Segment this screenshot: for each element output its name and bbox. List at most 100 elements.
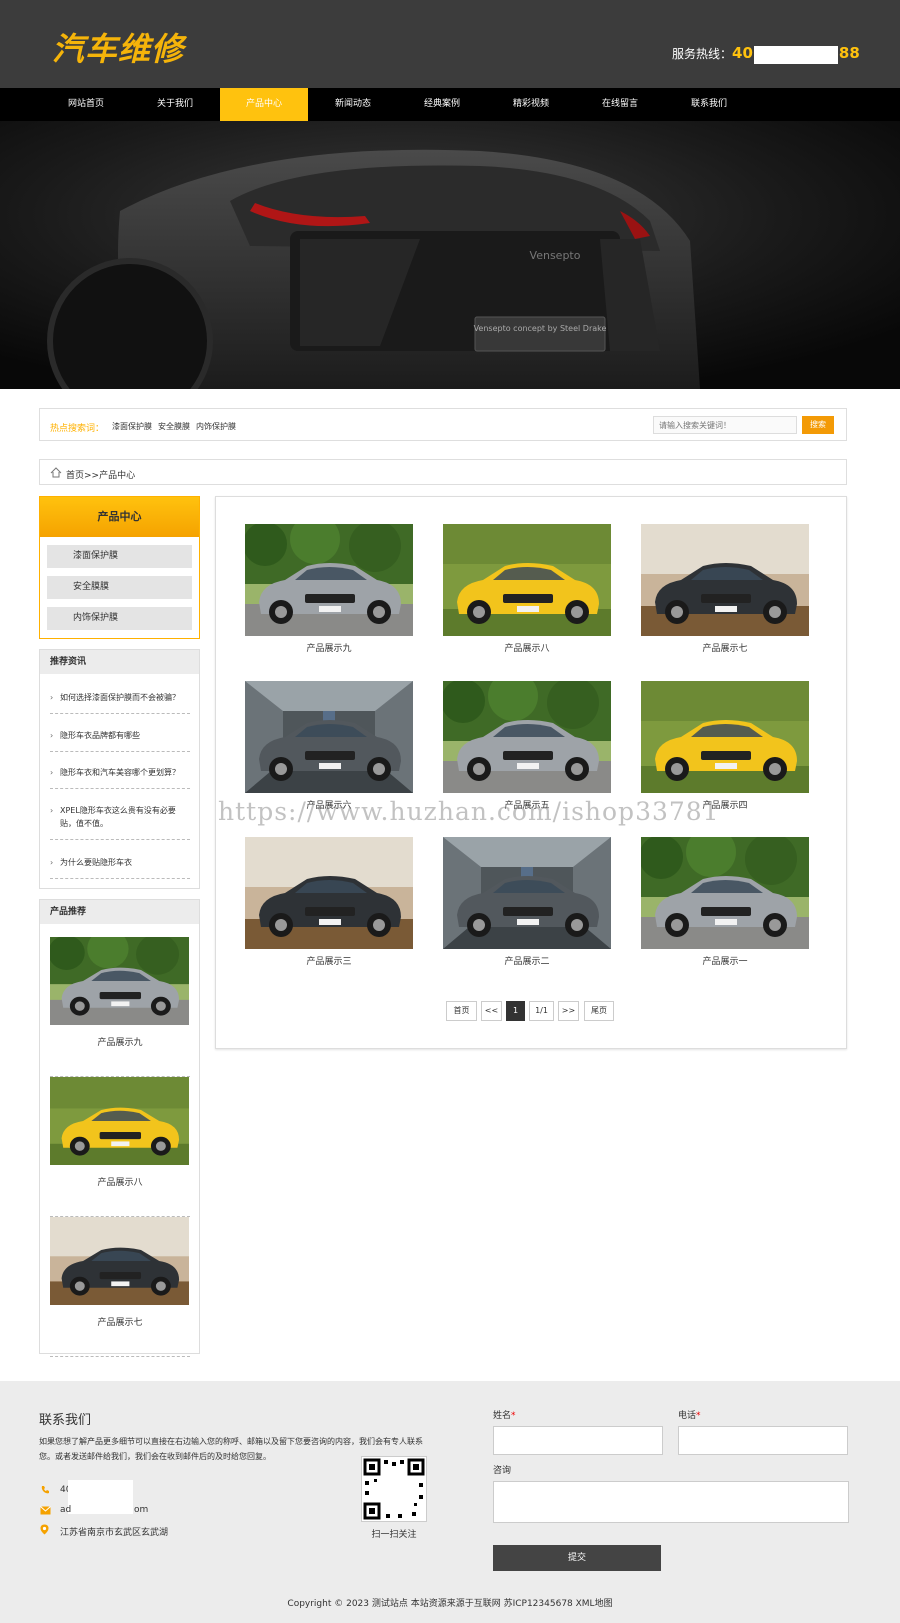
product-photo[interactable] <box>245 524 413 636</box>
recommended-products-panel: 产品推荐 产品展示九 产品展示八 产品展示七 <box>39 899 200 1357</box>
side-product-caption[interactable]: 产品展示八 <box>50 1175 190 1188</box>
qr-caption: 扫一扫关注 <box>371 1530 417 1540</box>
breadcrumb: 首页>>产品中心 <box>39 459 847 485</box>
name-input[interactable] <box>493 1426 663 1455</box>
nav-item-videos[interactable]: 精彩视频 <box>487 88 575 121</box>
product-caption[interactable]: 产品展示八 <box>443 641 611 654</box>
banner-brand-text: Vensepto <box>530 249 581 262</box>
news-item[interactable]: 隐形车衣和汽车美容哪个更划算？ <box>50 766 190 789</box>
hot-search-bar: 热点搜索词： 漆面保护膜 安全膜膜 内饰保护膜 搜索 <box>39 408 847 441</box>
required-mark: * <box>696 1411 701 1421</box>
copyright: Copyright © 2023 测试站点 本站资源来源于互联网 苏ICP123… <box>287 1599 613 1609</box>
phone-input[interactable] <box>678 1426 848 1455</box>
page-current[interactable]: 1 <box>506 1001 525 1021</box>
nav-item-about[interactable]: 关于我们 <box>131 88 219 121</box>
phone-field-label: 电话* <box>678 1408 701 1421</box>
contact-email-suffix: om <box>134 1505 149 1515</box>
category-panel: 产品中心 漆面保护膜 安全膜膜 内饰保护膜 <box>39 496 200 639</box>
side-product-card[interactable]: 产品展示八 <box>50 1077 190 1217</box>
message-label: 咨询 <box>493 1466 512 1476</box>
location-icon <box>40 1524 49 1535</box>
product-caption[interactable]: 产品展示一 <box>641 954 809 967</box>
page-last-button[interactable]: 尾页 <box>584 1001 614 1021</box>
product-caption[interactable]: 产品展示三 <box>245 954 413 967</box>
side-product-card[interactable]: 产品展示七 <box>50 1217 190 1357</box>
product-caption[interactable]: 产品展示七 <box>641 641 809 654</box>
category-title: 产品中心 <box>40 497 199 537</box>
home-icon <box>50 467 62 478</box>
message-textarea[interactable] <box>493 1481 849 1523</box>
news-item[interactable]: 隐形车衣品牌都有哪些 <box>50 729 190 752</box>
product-photo[interactable] <box>443 837 611 949</box>
required-mark: * <box>511 1411 516 1421</box>
nav-item-home[interactable]: 网站首页 <box>42 88 130 121</box>
products-title: 产品推荐 <box>40 900 199 924</box>
news-title: 推荐资讯 <box>40 650 199 674</box>
category-item-paint-film[interactable]: 漆面保护膜 <box>47 545 192 568</box>
hotline-label: 服务热线： <box>672 47 733 61</box>
page-first-button[interactable]: 首页 <box>446 1001 477 1021</box>
product-caption[interactable]: 产品展示二 <box>443 954 611 967</box>
submit-button[interactable]: 提交 <box>493 1545 661 1571</box>
name-field-label: 姓名* <box>493 1408 516 1421</box>
hot-keyword-1[interactable]: 漆面保护膜 <box>112 421 152 432</box>
qr-code-image <box>363 1458 425 1520</box>
hotline-prefix: 40 <box>732 44 753 62</box>
product-photo[interactable] <box>50 937 189 1025</box>
category-item-interior-film[interactable]: 内饰保护膜 <box>47 607 192 630</box>
email-icon <box>40 1506 51 1515</box>
page-prev-button[interactable]: << <box>481 1001 502 1021</box>
nav-item-news[interactable]: 新闻动态 <box>309 88 397 121</box>
product-photo[interactable] <box>443 524 611 636</box>
hotline-redaction <box>753 45 838 64</box>
search-input[interactable] <box>653 416 797 434</box>
watermark-text: https://www.huzhan.com/ishop33781 <box>218 797 720 826</box>
contact-email-prefix: ad <box>60 1505 72 1515</box>
nav-item-products[interactable]: 产品中心 <box>220 88 308 121</box>
phone-icon <box>41 1486 49 1494</box>
page-total: 1/1 <box>529 1001 554 1021</box>
contact-address: 江苏省南京市玄武区玄武湖 <box>60 1528 169 1538</box>
banner-plate-text: Vensepto concept by Steel Drake <box>474 324 607 333</box>
category-item-safety-film[interactable]: 安全膜膜 <box>47 576 192 599</box>
product-photo[interactable] <box>245 837 413 949</box>
recommended-news-panel: 推荐资讯 如何选择漆面保护膜而不会被骗？ 隐形车衣品牌都有哪些 隐形车衣和汽车美… <box>39 649 200 889</box>
product-photo[interactable] <box>641 681 809 793</box>
hot-keyword-2[interactable]: 安全膜膜 <box>158 421 190 432</box>
phone-label: 电话 <box>678 1411 697 1421</box>
banner-car-image: Vensepto concept by Steel Drake Vensepto <box>0 121 900 389</box>
search-button[interactable]: 搜索 <box>802 416 834 434</box>
side-product-caption[interactable]: 产品展示七 <box>50 1315 190 1328</box>
product-photo[interactable] <box>245 681 413 793</box>
product-photo[interactable] <box>641 524 809 636</box>
news-item[interactable]: 为什么要贴隐形车衣 <box>50 856 190 879</box>
product-photo[interactable] <box>443 681 611 793</box>
page-next-button[interactable]: >> <box>558 1001 579 1021</box>
product-caption[interactable]: 产品展示九 <box>245 641 413 654</box>
site-logo[interactable]: 汽车维修 <box>52 24 184 70</box>
main-nav: 网站首页 关于我们 产品中心 新闻动态 经典案例 精彩视频 在线留言 联系我们 <box>0 88 900 121</box>
hotline: 服务热线：40 88 <box>672 44 860 64</box>
hot-search-label: 热点搜索词： <box>50 424 105 434</box>
hot-keyword-3[interactable]: 内饰保护膜 <box>196 421 236 432</box>
news-item[interactable]: 如何选择漆面保护膜而不会被骗？ <box>50 691 190 714</box>
qr-code <box>361 1456 427 1522</box>
name-label: 姓名 <box>493 1411 512 1421</box>
news-item[interactable]: XPEL隐形车衣这么贵有没有必要贴，值不值。 <box>50 804 190 840</box>
contact-title: 联系我们 <box>39 1413 92 1428</box>
breadcrumb-text[interactable]: 首页>>产品中心 <box>66 468 135 481</box>
nav-item-contact[interactable]: 联系我们 <box>665 88 753 121</box>
hotline-suffix: 88 <box>838 44 860 62</box>
contact-redaction <box>68 1480 133 1514</box>
product-list-panel: 产品展示九 产品展示八 产品展示七 产品展示六 产品展示五 产品展示四 产品展示… <box>215 496 847 1049</box>
nav-item-cases[interactable]: 经典案例 <box>398 88 486 121</box>
footer: 联系我们 如果您想了解产品更多细节可以直接在右边输入您的称呼、邮箱以及留下您要咨… <box>0 1381 900 1623</box>
product-photo[interactable] <box>641 837 809 949</box>
nav-item-message[interactable]: 在线留言 <box>576 88 664 121</box>
hero-banner: Vensepto concept by Steel Drake Vensepto <box>0 121 900 389</box>
side-product-card[interactable]: 产品展示九 <box>50 937 190 1077</box>
product-photo[interactable] <box>50 1077 189 1165</box>
product-photo[interactable] <box>50 1217 189 1305</box>
site-header: 汽车维修 服务热线：40 88 <box>0 0 900 88</box>
side-product-caption[interactable]: 产品展示九 <box>50 1035 190 1048</box>
